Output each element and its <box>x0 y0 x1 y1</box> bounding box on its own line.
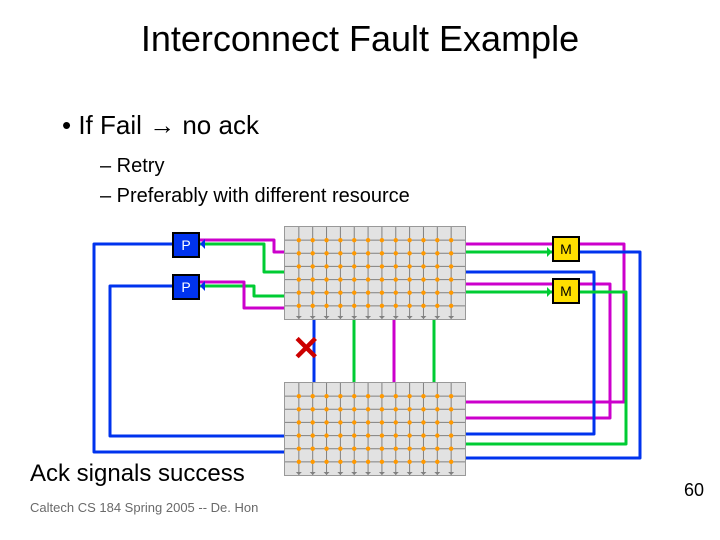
page-number: 60 <box>684 480 704 501</box>
p-node-2: P <box>172 274 200 300</box>
p-node-1: P <box>172 232 200 258</box>
ack-caption: Ack signals success <box>30 460 245 488</box>
bullet-sub-retry: – Retry <box>100 155 164 178</box>
m-node-1: M <box>552 236 580 262</box>
bullet-main: • If Fail → no ack <box>62 110 259 141</box>
slide-footer: Caltech CS 184 Spring 2005 -- De. Hon <box>30 500 258 515</box>
slide-title: Interconnect Fault Example <box>0 18 720 60</box>
crossbar-top <box>284 226 466 320</box>
interconnect-diagram: P P M M ✕ <box>64 222 654 482</box>
fault-x-icon: ✕ <box>292 332 321 366</box>
m-node-2: M <box>552 278 580 304</box>
bullet-sub-diff: – Preferably with different resource <box>100 185 410 208</box>
crossbar-bottom <box>284 382 466 476</box>
